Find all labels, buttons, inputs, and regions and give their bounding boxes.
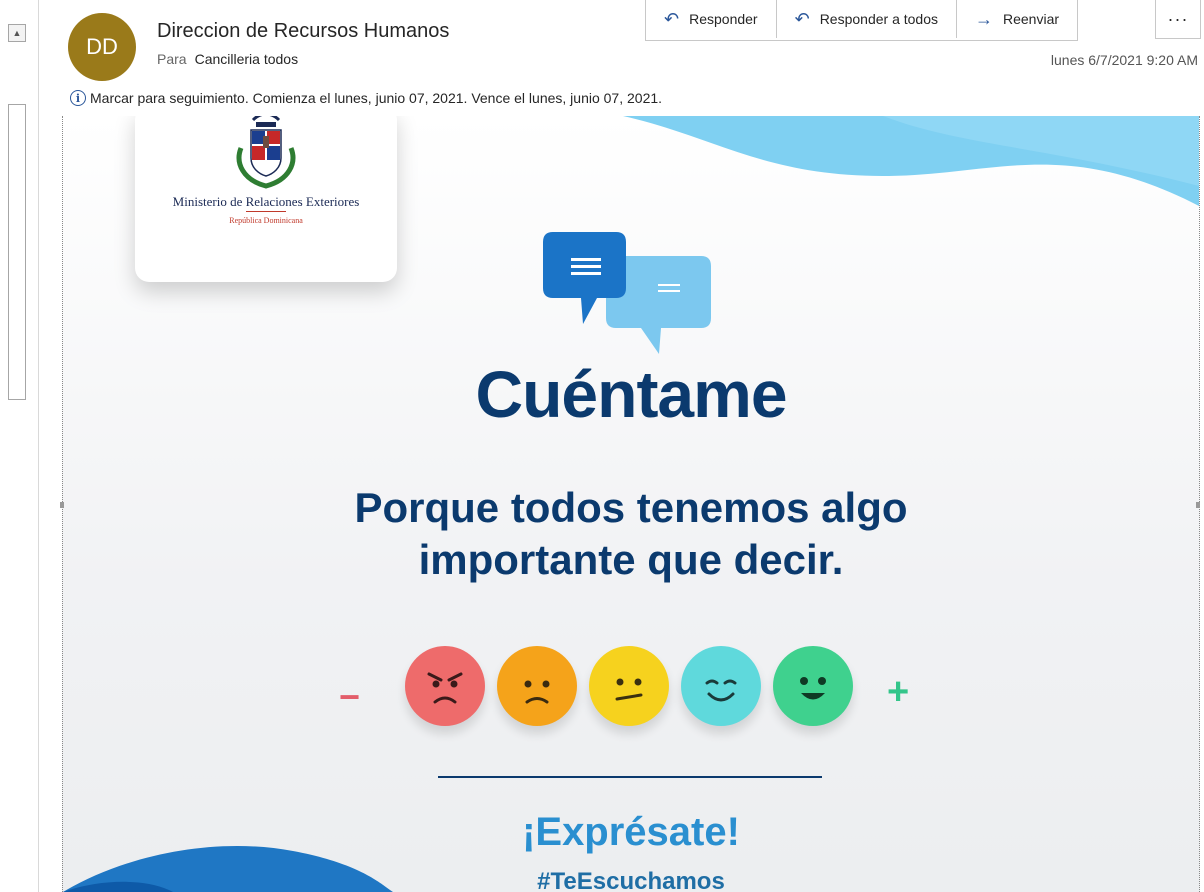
left-scrollbar[interactable]: ▲ [0, 0, 39, 892]
info-icon: i [70, 90, 86, 106]
minus-sign: − [339, 676, 361, 717]
happy-face-icon [773, 646, 853, 726]
email-body-image: Ministerio de Relaciones Exteriores Repú… [62, 116, 1200, 892]
resize-handle-right[interactable] [1196, 502, 1200, 508]
to-recipient[interactable]: Cancilleria todos [195, 51, 299, 67]
ministry-logo-card: Ministerio de Relaciones Exteriores Repú… [135, 116, 397, 282]
neutral-face-icon [589, 646, 669, 726]
more-actions-button[interactable]: ··· [1155, 0, 1201, 39]
subtitle-line-2: importante que decir. [418, 536, 844, 583]
coat-of-arms-icon [236, 116, 296, 189]
angry-face-icon [405, 646, 485, 726]
received-date: lunes 6/7/2021 9:20 AM [1050, 52, 1198, 68]
plus-sign: + [887, 671, 910, 713]
country-name: República Dominicana [229, 216, 303, 225]
sad-face-icon [497, 646, 577, 726]
forward-label: Reenviar [1003, 11, 1060, 27]
reply-label: Responder [689, 11, 758, 27]
followup-infobar: i Marcar para seguimiento. Comienza el l… [70, 90, 662, 106]
chat-bubbles-icon [543, 232, 711, 354]
reply-button[interactable]: ↶ Responder [646, 0, 777, 38]
subtitle-line-1: Porque todos tenemos algo [354, 484, 908, 531]
reply-arrow-icon: ↶ [664, 8, 680, 29]
resize-handle-left[interactable] [60, 502, 64, 508]
flyer-subtitle: Porque todos tenemos algo importante que… [63, 482, 1199, 586]
logo-divider [246, 211, 286, 212]
flyer-cta: ¡Exprésate! [522, 810, 740, 854]
flyer-divider [438, 776, 822, 778]
scroll-up-arrow-icon[interactable]: ▲ [8, 24, 26, 42]
ministry-name: Ministerio de Relaciones Exteriores [172, 194, 360, 209]
mood-scale: − + [333, 646, 933, 736]
sender-name[interactable]: Direccion de Recursos Humanos [157, 20, 449, 43]
flyer-title: Cuéntame [475, 357, 787, 431]
forward-button[interactable]: → Reenviar [957, 0, 1077, 38]
reply-all-label: Responder a todos [819, 11, 938, 27]
reply-all-button[interactable]: ↶ Responder a todos [777, 0, 957, 38]
flyer-hashtag: #TeEscuchamos [537, 868, 725, 892]
forward-arrow-icon: → [975, 8, 993, 29]
reply-all-arrow-icon: ↶ [794, 8, 810, 29]
recipients: Para Cancilleria todos [157, 51, 298, 67]
avatar: DD [68, 13, 136, 81]
to-label: Para [157, 51, 187, 67]
followup-text: Marcar para seguimiento. Comienza el lun… [90, 90, 663, 106]
content-face-icon [681, 646, 761, 726]
message-actions: ↶ Responder ↶ Responder a todos → Reenvi… [645, 0, 1079, 41]
scroll-thumb[interactable] [8, 104, 26, 400]
